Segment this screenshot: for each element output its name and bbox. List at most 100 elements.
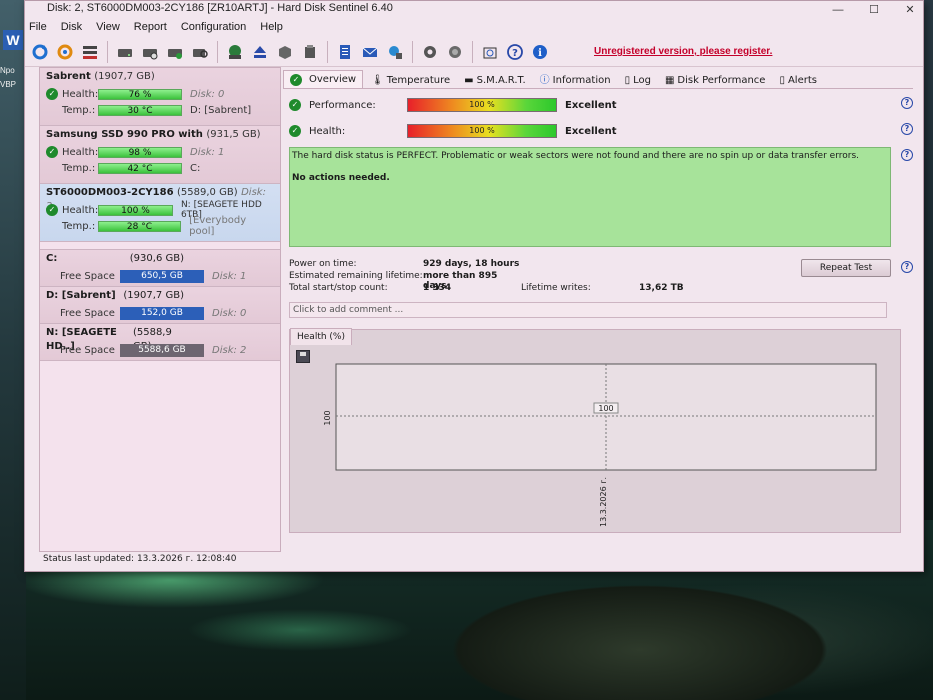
repeat-test-button[interactable]: Repeat Test [801,259,891,277]
tab-smart[interactable]: ▬ S.M.A.R.T. [458,72,532,88]
save-icon[interactable] [296,350,310,363]
disk-card-seagate[interactable]: ST6000DM003-2CY186 (5589,0 GB) Disk: 2 ✓… [40,184,280,242]
disk-box-icon[interactable] [274,41,296,63]
maximize-button[interactable]: ☐ [867,3,881,17]
disk-name: Samsung SSD 990 PRO with [46,129,203,140]
word-app-icon[interactable]: W [3,30,23,50]
smart-icon: ▬ [464,74,474,86]
help-icon[interactable]: ? [901,97,913,109]
check-icon: ✓ [46,88,58,100]
check-icon: ✓ [289,99,301,111]
toolbar-separator [327,40,328,63]
performance-label: Performance: [309,99,376,111]
volume-card-d[interactable]: D: [Sabrent] (1907,7 GB) Free Space 152,0… [40,287,280,324]
info-circle-icon[interactable]: i [529,41,551,63]
graph-tab-health[interactable]: Health (%) [290,328,352,345]
menu-view[interactable]: View [96,21,120,33]
svg-text:i: i [538,48,542,59]
external-disk-icon[interactable] [299,41,321,63]
health-row: ✓ Health: 100 % Excellent [289,122,617,140]
desktop-icon-label: Npo [0,66,15,75]
disk-list-icon[interactable] [79,41,101,63]
close-button[interactable]: ✕ [903,3,917,17]
disk-index: Disk: 2 [212,344,247,356]
eject-icon[interactable] [249,41,271,63]
volume-card-n[interactable]: N: [SEAGETE HD..](5588,9 GB) Free Space … [40,324,280,361]
tab-log[interactable]: ▯ Log [619,72,657,88]
tab-temperature[interactable]: 🌡 Temperature [365,72,456,88]
temp-label: Temp.: [62,104,96,116]
tab-disk-performance[interactable]: ▦ Disk Performance [659,72,771,88]
report-icon[interactable] [334,41,356,63]
tab-bar: ✓ Overview 🌡 Temperature ▬ S.M.A.R.T. ⓘ Info… [283,70,913,89]
title-bar[interactable]: Disk: 2, ST6000DM003-2CY186 [ZR10ARTJ] -… [25,1,923,17]
health-graph: 100 100 13.3.2026 г. Health (%) [289,328,901,533]
details-panel: ✓ Overview 🌡 Temperature ▬ S.M.A.R.T. ⓘ Info… [283,70,913,549]
free-space-label: Free Space [60,270,115,282]
help-icon[interactable]: ? [901,123,913,135]
health-label: Health: [62,146,99,158]
document-icon: ▯ [624,74,631,86]
check-icon: ✓ [289,125,301,137]
pool-name: [Everybody pool] [189,215,247,237]
disk-card-samsung[interactable]: Samsung SSD 990 PRO with (931,5 GB) ✓ He… [40,126,280,184]
health-bar: 76 % [98,88,182,100]
menu-file[interactable]: File [29,21,47,33]
start-stop-label: Total start/stop count: [289,283,388,293]
help-circle-icon[interactable]: ? [504,41,526,63]
info-icon: ⓘ [539,74,550,86]
alert-doc-icon: ▯ [779,74,785,86]
screenshot-icon[interactable] [479,41,501,63]
volume-size: (5588,9 GB) [132,327,172,352]
settings-gear-icon[interactable] [419,41,441,63]
toolbar-separator [472,40,473,63]
refresh-all-icon[interactable] [54,41,76,63]
comment-input[interactable]: Click to add comment ... [289,302,887,318]
check-icon: ✓ [46,204,58,216]
help-icon[interactable]: ? [901,261,913,273]
disk-name: ST6000DM003-2CY186 [46,187,174,198]
menu-report[interactable]: Report [134,21,167,33]
free-space-bar: 650,5 GB [120,269,204,283]
tab-overview[interactable]: ✓ Overview [283,70,364,88]
email-icon[interactable] [359,41,381,63]
disk-ok-icon[interactable] [164,41,186,63]
toolbar-separator [412,40,413,63]
minimize-button[interactable]: — [831,3,845,17]
disk-card-sabrent[interactable]: Sabrent (1907,7 GB) ✓ Health: 76 % Disk:… [40,68,280,126]
menu-configuration[interactable]: Configuration [181,21,246,33]
thermometer-icon: 🌡 [371,74,384,86]
temp-label: Temp.: [62,220,96,232]
remaining-life-label: Estimated remaining lifetime: [289,271,423,281]
health-label: Health: [309,125,346,137]
health-bar: 100 % [98,204,173,216]
volume-card-c[interactable]: C: (930,6 GB) Free Space 650,5 GB Disk: 1 [40,250,280,287]
network-icon[interactable] [384,41,406,63]
hard-disk-icon[interactable] [114,41,136,63]
menu-bar: File Disk View Report Configuration Help [25,17,923,37]
temp-bar: 30 °C [98,104,182,116]
disk-name: Sabrent [46,71,91,82]
performance-row: ✓ Performance: 100 % Excellent [289,96,617,114]
tab-alerts[interactable]: ▯ Alerts [773,72,823,88]
data-point-label: 100 [598,404,613,413]
remaining-life-value: more than 895 days [423,271,498,291]
disk-search-icon[interactable] [189,41,211,63]
svg-text:?: ? [512,48,518,59]
sound-icon[interactable] [444,41,466,63]
health-bar: 98 % [98,146,182,158]
check-icon: ✓ [290,73,302,86]
disk-test-icon[interactable] [139,41,161,63]
health-rating: Excellent [565,125,617,137]
network-disk-icon[interactable] [224,41,246,63]
register-link[interactable]: Unregistered version, please register. [594,46,772,57]
disk-index: Disk: 0 [190,88,225,100]
menu-disk[interactable]: Disk [61,21,82,33]
help-icon[interactable]: ? [901,149,913,161]
menu-help[interactable]: Help [260,21,283,33]
disk-list-panel: Sabrent (1907,7 GB) ✓ Health: 76 % Disk:… [39,67,281,552]
tab-information[interactable]: ⓘ Information [534,72,617,88]
refresh-icon[interactable] [29,41,51,63]
status-message-box: The hard disk status is PERFECT. Problem… [289,147,891,247]
disk-size: (5589,0 GB) [177,187,238,198]
